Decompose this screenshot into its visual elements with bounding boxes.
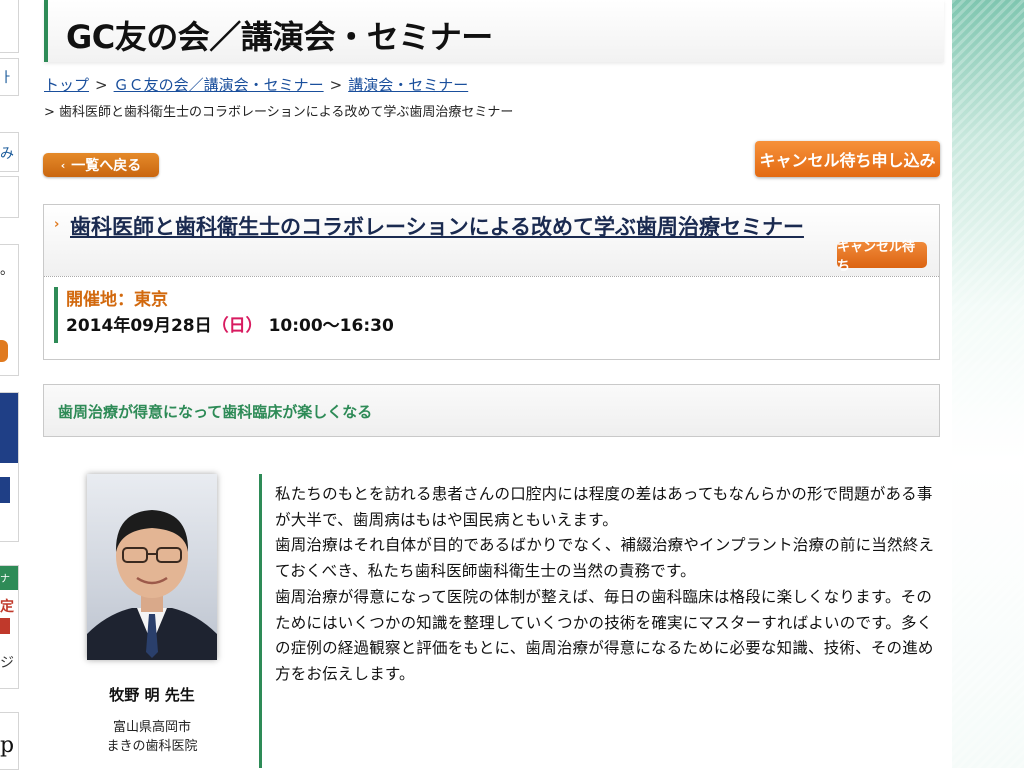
seminar-tagline: 歯周治療が得意になって歯科臨床が楽しくなる	[58, 403, 373, 421]
event-summary-box: › 歯科医師と歯科衛生士のコラボレーションによる改めて学ぶ歯周治療セミナー キャ…	[43, 204, 940, 360]
lecturer-name: 牧野 明 先生	[109, 686, 195, 704]
sidebar-text-fragment: 。	[0, 262, 14, 278]
event-info: 開催地：東京 2014年09月28日（日） 10:00〜16:30	[54, 287, 394, 343]
sidebar-text-fragment: 定	[0, 599, 14, 615]
sidebar-box	[0, 392, 19, 542]
breadcrumb: トップ > ＧＣ友の会／講演会・セミナー > 講演会・セミナー	[44, 74, 468, 95]
lecturer-affiliation: 富山県高岡市 まきの歯科医院	[44, 718, 260, 756]
sidebar-box	[0, 176, 19, 218]
tagline-box: 歯周治療が得意になって歯科臨床が楽しくなる	[43, 384, 940, 437]
description-paragraph: 歯周治療はそれ自体が目的であるばかりでなく、補綴治療やインプラント治療の前に当然…	[275, 536, 935, 581]
sidebar-text-fragment: ㅏ	[0, 70, 13, 86]
sidebar-red-block	[0, 618, 10, 634]
event-datetime: 2014年09月28日（日） 10:00〜16:30	[66, 313, 394, 339]
sidebar-navy-block[interactable]	[0, 393, 18, 463]
lecturer-clinic: まきの歯科医院	[106, 739, 198, 754]
event-title-bar: › 歯科医師と歯科衛生士のコラボレーションによる改めて学ぶ歯周治療セミナー キャ…	[44, 205, 939, 277]
sidebar-green-header: ナー	[0, 566, 18, 600]
sidebar-text-fragment: p	[0, 733, 15, 758]
breadcrumb-separator: >	[329, 76, 343, 94]
lecturer-portrait-illustration	[87, 474, 217, 660]
left-sidebar-fragment: ㅏ み 。 ナー 定 ジ p	[0, 0, 20, 770]
event-venue: 開催地：東京	[66, 290, 168, 310]
sidebar-orange-tab[interactable]	[0, 340, 8, 362]
breadcrumb-current: > 歯科医師と歯科衛生士のコラボレーションによる改めて学ぶ歯周治療セミナー	[44, 105, 514, 120]
status-badge: キャンセル待ち	[837, 240, 927, 274]
event-time: 10:00〜16:30	[268, 316, 394, 336]
description-paragraph: 歯周治療が得意になって医院の体制が整えば、毎日の歯科臨床は格段に楽しくなります。…	[275, 587, 934, 683]
sidebar-box: ナー 定 ジ	[0, 565, 19, 689]
event-weekday: （日）	[211, 316, 263, 336]
sidebar-text-fragment: ジ	[0, 655, 14, 671]
seminar-description: 私たちのもとを訪れる患者さんの口腔内には程度の差はあってもなんらかの形で問題があ…	[259, 474, 939, 768]
event-title[interactable]: 歯科医師と歯科衛生士のコラボレーションによる改めて学ぶ歯周治療セミナー	[70, 213, 830, 241]
page-title: GC友の会／講演会・セミナー	[66, 18, 493, 56]
breadcrumb-link-gc-tomo[interactable]: ＧＣ友の会／講演会・セミナー	[114, 76, 324, 94]
chevron-right-icon: ›	[54, 217, 60, 232]
sidebar-box[interactable]: み	[0, 132, 19, 172]
sidebar-navy-button[interactable]	[0, 477, 10, 503]
decorative-gradient-band	[952, 0, 1024, 768]
cancel-waitlist-apply-button[interactable]: キャンセル待ち申し込み	[755, 141, 940, 177]
back-to-list-button[interactable]: ‹ 一覧へ戻る	[43, 153, 159, 177]
back-to-list-label: 一覧へ戻る	[71, 158, 142, 174]
breadcrumb-link-seminar[interactable]: 講演会・セミナー	[348, 76, 468, 94]
description-paragraph: 私たちのもとを訪れる患者さんの口腔内には程度の差はあってもなんらかの形で問題があ…	[275, 485, 933, 529]
lecturer-photo	[87, 474, 217, 660]
sidebar-text-fragment: み	[0, 146, 14, 162]
lecturer-card: 牧野 明 先生 富山県高岡市 まきの歯科医院	[44, 470, 254, 768]
breadcrumb-separator: >	[95, 76, 108, 94]
chevron-left-icon: ‹	[60, 158, 66, 172]
event-date: 2014年09月28日	[66, 316, 212, 336]
breadcrumb-link-top[interactable]: トップ	[44, 76, 89, 94]
sidebar-box	[0, 0, 19, 53]
sidebar-box: p	[0, 712, 19, 770]
sidebar-box[interactable]: ㅏ	[0, 58, 19, 96]
lecturer-city: 富山県高岡市	[112, 720, 191, 735]
page-header: GC友の会／講演会・セミナー	[44, 0, 944, 62]
